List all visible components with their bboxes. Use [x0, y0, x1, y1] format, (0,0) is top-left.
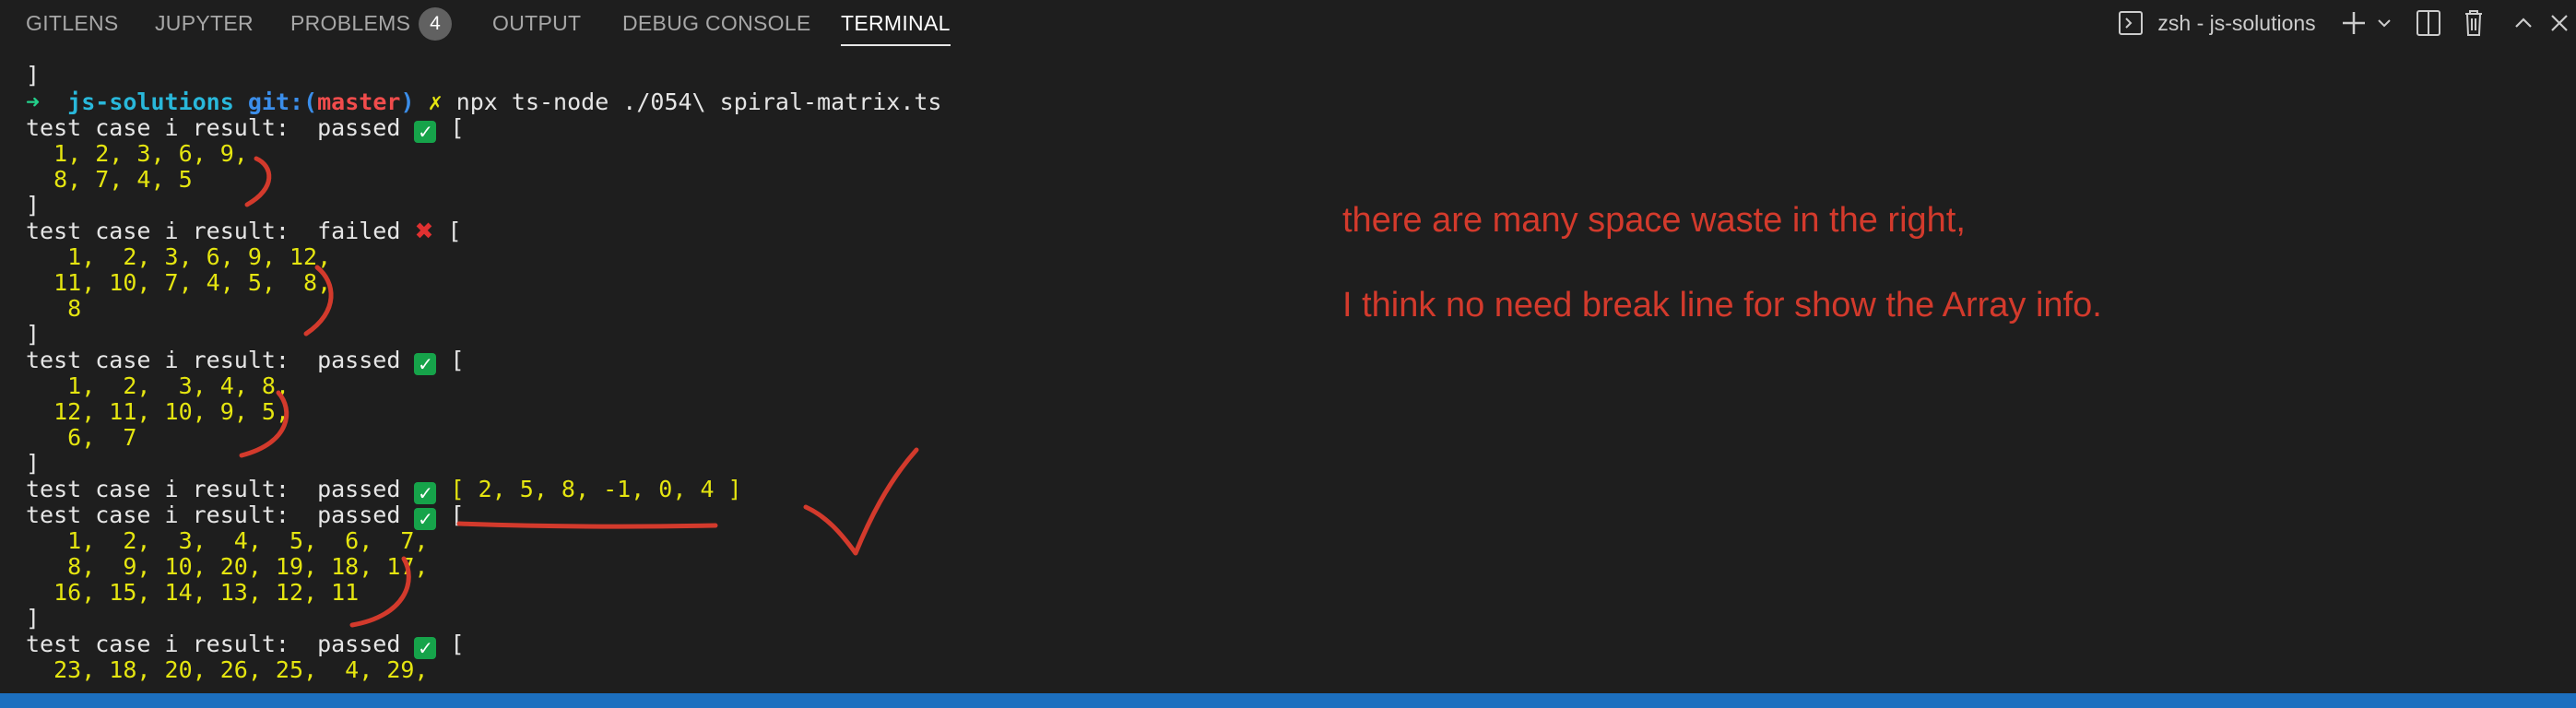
status-bar: [0, 693, 2576, 708]
ink-bracket-3: [239, 390, 290, 458]
annotation-ink-layer: [239, 156, 919, 628]
ink-bracket-2: [303, 265, 334, 336]
ink-bracket-1: [244, 156, 272, 207]
ink-check-mark-icon: [803, 447, 919, 556]
ink-underline: [456, 521, 718, 529]
ink-bracket-4: [349, 556, 411, 628]
